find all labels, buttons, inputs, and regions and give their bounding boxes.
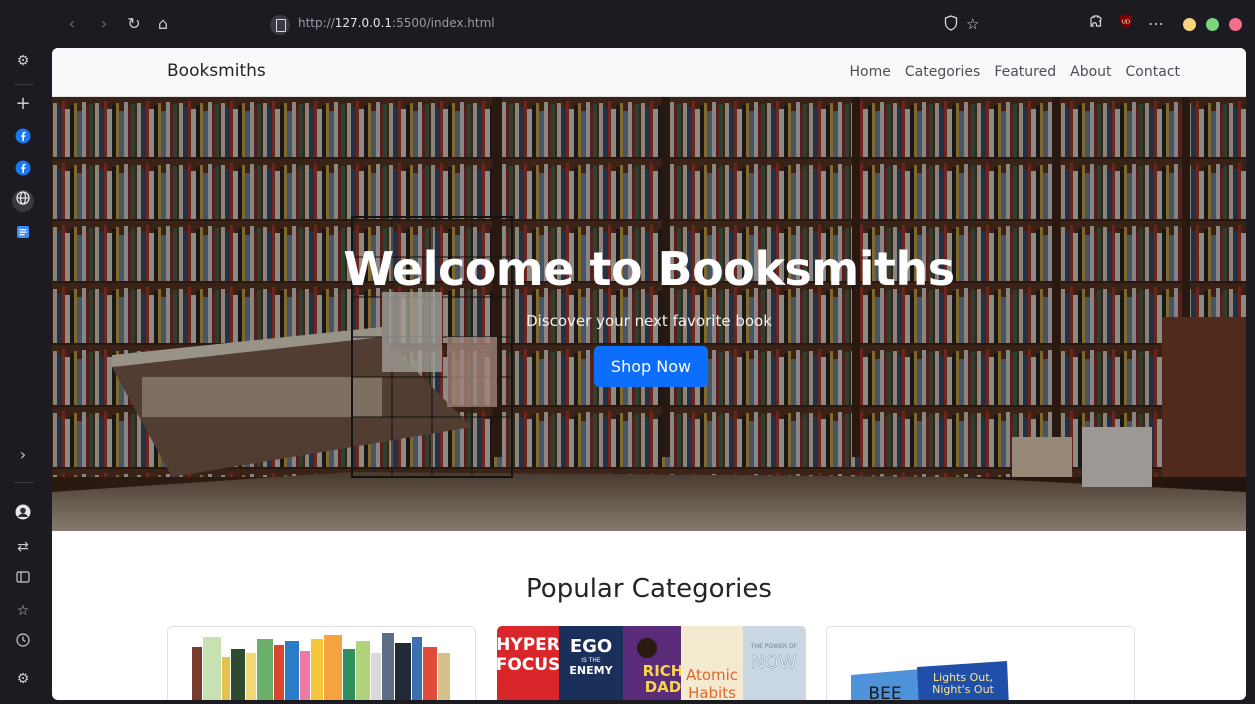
extensions-icon[interactable] — [1084, 12, 1108, 36]
sidebar-divider — [14, 84, 34, 85]
settings-gear-icon[interactable]: ⚙ — [12, 50, 34, 72]
nav-categories[interactable]: Categories — [905, 64, 980, 80]
settings-gear-icon[interactable]: ⚙ — [12, 668, 34, 690]
notes-icon[interactable] — [12, 224, 34, 246]
address-url[interactable]: http://127.0.0.1:5500/index.html — [298, 16, 495, 30]
kids-books-image: BEE Lights Out, Night's Out — [851, 661, 1009, 700]
hero-title: Welcome to Booksmiths — [343, 242, 955, 296]
sidebar-divider — [14, 482, 34, 483]
sync-arrows-icon[interactable]: ⇄ — [12, 536, 34, 558]
history-clock-icon[interactable] — [12, 632, 34, 654]
svg-text:EGO: EGO — [570, 636, 612, 657]
expand-sidebar-icon[interactable]: › — [12, 444, 34, 466]
hero-section: Welcome to Booksmiths Discover your next… — [52, 97, 1246, 531]
facebook-icon[interactable] — [12, 160, 34, 182]
add-panel-icon[interactable]: + — [12, 93, 34, 115]
profile-avatar-icon[interactable] — [12, 504, 34, 526]
svg-text:ENEMY: ENEMY — [569, 664, 613, 677]
shield-icon[interactable] — [944, 15, 958, 35]
bookmarks-star-icon[interactable]: ☆ — [12, 600, 34, 622]
nav-featured[interactable]: Featured — [994, 64, 1056, 80]
maximize-dot[interactable] — [1206, 18, 1219, 31]
svg-text:HYPER: HYPER — [497, 635, 560, 655]
page-viewport: Booksmiths Home Categories Featured Abou… — [52, 48, 1246, 700]
home-icon[interactable]: ⌂ — [151, 12, 175, 36]
minimize-dot[interactable] — [1183, 18, 1196, 31]
bookmark-star-icon[interactable]: ☆ — [966, 15, 979, 33]
svg-text:NOW: NOW — [751, 652, 797, 673]
reload-icon[interactable]: ↻ — [122, 12, 146, 36]
browser-sidebar: ⚙ + › ⇄ ☆ ⚙ — [0, 0, 48, 704]
close-dot[interactable] — [1229, 18, 1242, 31]
menu-more-icon[interactable]: ⋯ — [1144, 12, 1168, 36]
category-card-kids[interactable]: BEE Lights Out, Night's Out — [826, 626, 1135, 700]
sidebar-panel-icon[interactable] — [12, 568, 34, 590]
svg-text:THE POWER OF: THE POWER OF — [750, 643, 798, 650]
globe-icon[interactable] — [12, 190, 34, 212]
back-arrow-icon[interactable]: ‹ — [60, 12, 84, 36]
classic-books-image — [192, 633, 450, 700]
svg-text:Habits: Habits — [688, 684, 736, 700]
page-info-icon[interactable] — [270, 15, 290, 35]
hero-subtitle: Discover your next favorite book — [526, 312, 772, 330]
svg-text:DAD: DAD — [645, 678, 682, 696]
popular-categories-title: Popular Categories — [526, 574, 772, 604]
svg-text:Night's Out: Night's Out — [932, 683, 994, 696]
forward-arrow-icon[interactable]: › — [92, 12, 116, 36]
site-navbar: Booksmiths Home Categories Featured Abou… — [52, 48, 1246, 97]
svg-text:UD: UD — [1122, 20, 1130, 26]
facebook-icon[interactable] — [12, 128, 34, 150]
svg-text:Atomic: Atomic — [686, 666, 738, 684]
category-card-self-help[interactable]: HYPER FOCUS EGO IS THE ENEMY RICH DAD At… — [497, 626, 806, 700]
svg-text:IS THE: IS THE — [581, 657, 601, 664]
address-bar[interactable]: http://127.0.0.1:5500/index.html ☆ — [262, 10, 992, 40]
nav-home[interactable]: Home — [850, 64, 891, 80]
svg-text:BEE: BEE — [868, 684, 901, 700]
nav-about[interactable]: About — [1070, 64, 1111, 80]
nav-links: Home Categories Featured About Contact — [850, 64, 1180, 80]
self-help-books-image: HYPER FOCUS EGO IS THE ENEMY RICH DAD At… — [497, 626, 806, 700]
browser-toolbar: ‹ › ↻ ⌂ http://127.0.0.1:5500/index.html… — [0, 0, 1255, 48]
svg-text:FOCUS: FOCUS — [497, 655, 560, 675]
shop-now-button[interactable]: Shop Now — [594, 346, 708, 387]
ublock-extension-icon[interactable]: UD — [1114, 12, 1138, 36]
category-card-classics[interactable] — [167, 626, 476, 700]
nav-contact[interactable]: Contact — [1126, 64, 1180, 80]
site-brand[interactable]: Booksmiths — [167, 61, 266, 81]
